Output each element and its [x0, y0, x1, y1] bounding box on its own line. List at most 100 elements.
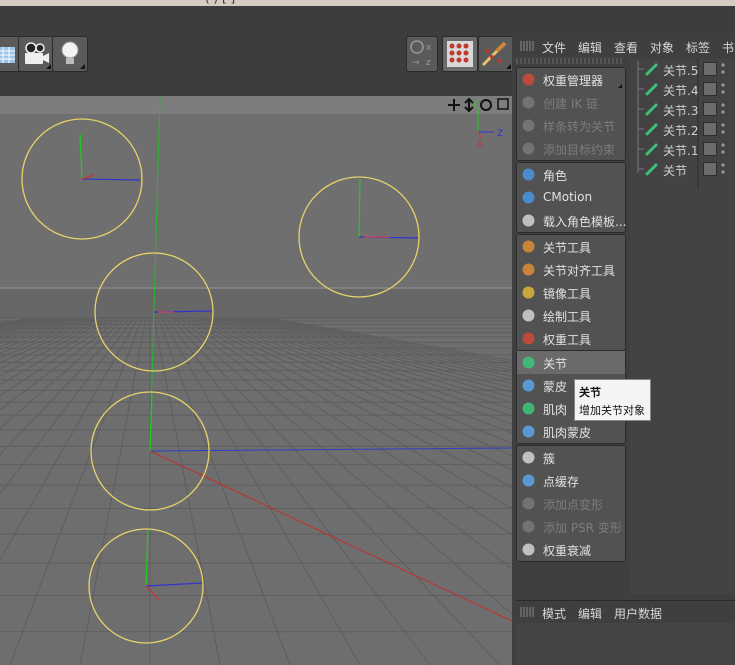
light-button[interactable] [52, 36, 88, 72]
weight-grid-icon [447, 41, 473, 67]
object-list: 关节.5 关节.4 关节.3 关节.2 关节.1 关节 [630, 59, 735, 594]
tool-mirror-tool[interactable]: 镜像工具 [517, 281, 625, 304]
weight-tag-icon[interactable] [703, 102, 717, 116]
tool-weight-manager[interactable]: 权重管理器 [517, 68, 625, 91]
weight-tag-icon[interactable] [703, 142, 717, 156]
tool-label: 权重工具 [543, 333, 592, 347]
weight-manager-toolbar-button[interactable] [442, 36, 478, 72]
character-icon [522, 168, 535, 181]
tool-ik-chain: 创建 IK 链 [517, 91, 625, 114]
visibility-dots-icon[interactable] [721, 102, 725, 116]
tool-label: 添加 PSR 变形 [543, 521, 622, 535]
tool-weight-tool[interactable]: 权重工具 [517, 327, 625, 350]
tool-point-cache[interactable]: 点缓存 [517, 469, 625, 492]
camera-button[interactable] [18, 36, 54, 72]
tool-muscle-skin[interactable]: 肌肉蒙皮 [517, 420, 625, 443]
weight-falloff-icon [522, 543, 535, 556]
tool-label: 点缓存 [543, 475, 580, 489]
tool-weight-falloff[interactable]: 权重衰减 [517, 538, 625, 561]
weight-tag-icon[interactable] [703, 82, 717, 96]
tool-label: 镜像工具 [543, 287, 592, 301]
mirror-tool-icon [522, 286, 535, 299]
visibility-dots-icon[interactable] [721, 162, 725, 176]
tool-label: 关节 [543, 357, 568, 371]
object-row[interactable]: 关节.2 [630, 119, 735, 139]
tools-group-character: 角色 CMotion 载入角色模板... [516, 162, 626, 233]
menu-file[interactable]: 文件 [542, 39, 566, 56]
tool-label: 添加目标约束 [543, 143, 616, 157]
weight-tool-icon [522, 332, 535, 345]
weight-paint-toolbar-button[interactable] [478, 36, 514, 72]
tool-pose-morph: 添加点变形 [517, 492, 625, 515]
tool-label: 权重衰减 [543, 544, 592, 558]
tool-character[interactable]: 角色 [517, 163, 625, 186]
weight-tag-icon[interactable] [703, 62, 717, 76]
coordinate-system-icon: x → z [410, 40, 432, 68]
viewport-scene: Y Z X [0, 96, 512, 665]
joint-icon [522, 356, 535, 369]
tool-label: 簇 [543, 452, 556, 466]
3d-viewport[interactable]: Y Z X [0, 96, 512, 665]
grip-icon [520, 607, 534, 617]
zoom-view-icon[interactable] [464, 97, 474, 113]
object-name: 关节.5 [663, 64, 699, 78]
paint-tool-icon [522, 309, 535, 322]
muscle-icon [522, 402, 535, 415]
object-name: 关节.1 [663, 144, 699, 158]
tool-joint-tool[interactable]: 关节工具 [517, 235, 625, 258]
tool-joint-align[interactable]: 关节对齐工具 [517, 258, 625, 281]
joint-icon [645, 163, 658, 176]
tool-cluster[interactable]: 簇 [517, 446, 625, 469]
object-name: 关节.3 [663, 104, 699, 118]
palette-grip[interactable] [516, 58, 624, 64]
menu-user-data[interactable]: 用户数据 [614, 605, 662, 622]
tool-label: 权重管理器 [543, 74, 604, 88]
gizmo-x-label: X [477, 140, 483, 150]
joint-icon [645, 143, 658, 156]
tool-paint-tool[interactable]: 绘制工具 [517, 304, 625, 327]
tool-joint[interactable]: 关节 [517, 351, 625, 374]
character-template-icon [522, 214, 535, 227]
svg-text:x: x [426, 43, 432, 53]
menu-view[interactable]: 查看 [614, 39, 638, 56]
weight-tag-icon[interactable] [703, 162, 717, 176]
joint-icon [645, 63, 658, 76]
tool-target-constraint: 添加目标约束 [517, 137, 625, 160]
object-row[interactable]: 关节.5 [630, 59, 735, 79]
tool-label: 关节工具 [543, 241, 592, 255]
menu-edit-attr[interactable]: 编辑 [578, 605, 602, 622]
tooltip: 关节 增加关节对象 [574, 379, 651, 421]
tool-label: 蒙皮 [543, 380, 568, 394]
tool-cmotion[interactable]: CMotion [517, 186, 625, 209]
object-row[interactable]: 关节.1 [630, 139, 735, 159]
menu-edit[interactable]: 编辑 [578, 39, 602, 56]
joint-tool-icon [522, 240, 535, 253]
cmotion-icon [522, 191, 535, 204]
tool-character-template[interactable]: 载入角色模板... [517, 209, 626, 232]
joint-icon [645, 123, 658, 136]
maximize-view-icon[interactable] [497, 98, 509, 110]
menu-tags[interactable]: 标签 [686, 39, 710, 56]
target-constraint-icon [522, 142, 535, 155]
move-view-icon[interactable] [448, 99, 460, 111]
visibility-dots-icon[interactable] [721, 62, 725, 76]
tool-label: 角色 [543, 169, 568, 183]
object-name: 关节.4 [663, 84, 699, 98]
menu-mode[interactable]: 模式 [542, 605, 566, 622]
visibility-dots-icon[interactable] [721, 142, 725, 156]
object-row[interactable]: 关节.4 [630, 79, 735, 99]
visibility-dots-icon[interactable] [721, 82, 725, 96]
object-row[interactable]: 关节.3 [630, 99, 735, 119]
menu-object[interactable]: 对象 [650, 39, 674, 56]
window-title: ( ) [ ] [205, 0, 235, 5]
joint-1[interactable] [88, 528, 204, 644]
tool-psr-morph: 添加 PSR 变形 [517, 515, 625, 538]
menu-bookmarks[interactable]: 书 [722, 39, 734, 56]
visibility-dots-icon[interactable] [721, 122, 725, 136]
coordinate-system-button[interactable]: x → z [406, 36, 438, 72]
tools-group-joint-tools: 关节工具关节对齐工具镜像工具绘制工具权重工具 [516, 234, 626, 351]
weight-tag-icon[interactable] [703, 122, 717, 136]
rotate-view-icon[interactable] [480, 99, 492, 111]
object-row[interactable]: 关节 [630, 159, 735, 179]
svg-text:→: → [412, 58, 420, 68]
